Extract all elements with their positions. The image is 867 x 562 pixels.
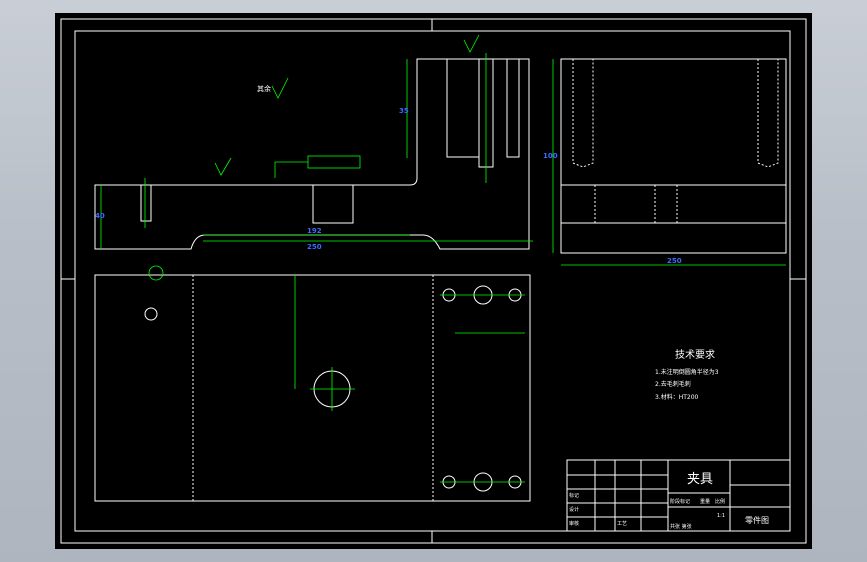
tech-req-item-1: 1.未注明倒圆角半径为3 [655, 368, 719, 376]
part-name: 夹具 [687, 472, 713, 487]
dim-overall-width: 250 [667, 257, 682, 265]
side-view: 250 100 [543, 58, 787, 266]
dim-192: 192 [307, 227, 322, 235]
svg-text:比例: 比例 [715, 498, 725, 505]
svg-text:工艺: 工艺 [617, 521, 627, 527]
svg-text:设计: 设计 [569, 506, 579, 513]
drawing-type: 零件图 [745, 515, 769, 525]
title-block: 夹具 零件图 标记 设计 审核 工艺 阶段标记 重量 比例 1:1 共张 第张 [566, 459, 791, 532]
svg-text:阶段标记: 阶段标记 [670, 498, 690, 505]
front-section-view: 35 192 250 40 其余 [94, 34, 533, 251]
svg-text:标记: 标记 [569, 492, 579, 499]
part-drawing: 35 192 250 40 其余 250 100 技术要求 1.未注明倒圆角半径… [60, 18, 807, 544]
svg-text:1:1: 1:1 [717, 513, 725, 519]
technical-requirements: 技术要求 1.未注明倒圆角半径为3 2.去毛刺毛刺 3.材料：HT200 [655, 348, 719, 401]
tech-req-heading: 技术要求 [675, 348, 715, 361]
svg-text:审核: 审核 [569, 520, 579, 527]
dim-40: 40 [95, 212, 105, 220]
svg-text:共张 第张: 共张 第张 [670, 523, 692, 530]
dim-side-height: 100 [543, 152, 558, 160]
surface-note: 其余 [257, 84, 271, 93]
top-view [94, 265, 531, 502]
dim-35: 35 [399, 107, 409, 115]
tech-req-item-2: 2.去毛刺毛刺 [655, 380, 691, 388]
tech-req-item-3: 3.材料：HT200 [655, 393, 699, 401]
svg-text:重量: 重量 [700, 498, 710, 505]
cad-viewport[interactable]: 35 192 250 40 其余 250 100 技术要求 1.未注明倒圆角半径… [55, 13, 812, 549]
dim-250: 250 [307, 243, 322, 251]
